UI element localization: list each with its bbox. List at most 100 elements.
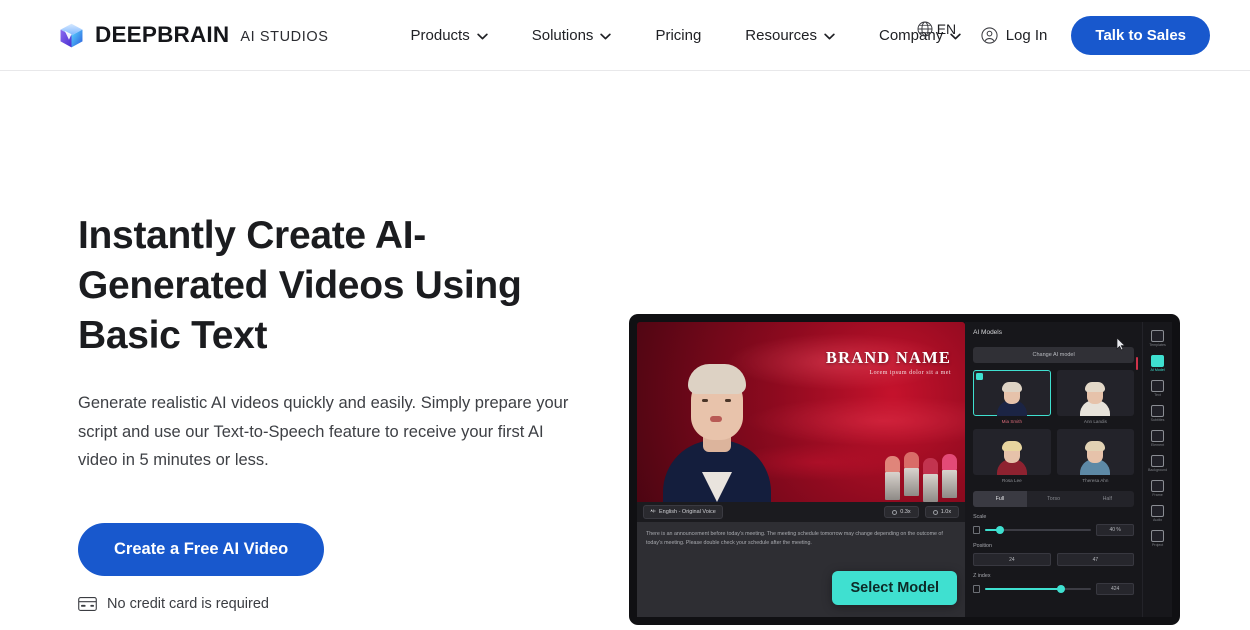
talk-to-sales-button[interactable]: Talk to Sales [1071, 16, 1210, 55]
hero-copy: Instantly Create AI-Generated Videos Usi… [78, 211, 598, 612]
language-code: EN [936, 21, 957, 37]
page-title: Instantly Create AI-Generated Videos Usi… [78, 214, 522, 357]
scale-slider[interactable] [985, 526, 1092, 534]
waveform-icon [650, 508, 656, 516]
rail-label: AI Model [1150, 368, 1165, 372]
rail-item-frame[interactable]: Frame [1144, 478, 1172, 499]
speed-chip-2[interactable]: 1.0x [924, 506, 960, 518]
element-icon [1151, 430, 1165, 442]
clock-icon [932, 509, 938, 515]
position-y-input[interactable]: 47 [1056, 553, 1135, 566]
language-switcher[interactable]: EN [917, 21, 956, 37]
position-row: 24 47 [973, 553, 1135, 566]
segment-torso[interactable]: Torso [1027, 491, 1081, 507]
nav-item-pricing[interactable]: Pricing [633, 19, 723, 52]
scale-slider-row: 40 % [973, 524, 1135, 536]
voice-language-chip[interactable]: English - Original Voice [643, 505, 723, 519]
segment-full[interactable]: Full [973, 491, 1027, 507]
editor-stage-column: BRAND NAME Lorem ipsum dolor sit a met E… [637, 322, 966, 617]
hero-section: Instantly Create AI-Generated Videos Usi… [0, 71, 1250, 630]
nav-item-resources[interactable]: Resources [723, 19, 857, 52]
nav-label: Resources [745, 26, 817, 44]
lock-icon[interactable] [973, 526, 981, 534]
ai-model-icon [1151, 355, 1165, 367]
ai-model-name: Ann Landis [1083, 419, 1107, 424]
scale-label: Scale [973, 514, 987, 520]
project-icon [1151, 530, 1165, 542]
position-label: Position [973, 543, 992, 549]
ai-model-grid: Mia Smith Ann Landis Rosa Lee Theresa Ah… [973, 370, 1135, 483]
ai-model-card[interactable]: Theresa Ahn [1056, 429, 1135, 483]
zindex-slider[interactable] [985, 585, 1092, 593]
rail-item-subtitles[interactable]: Subtitles [1144, 403, 1172, 424]
rail-label: Element [1150, 443, 1165, 447]
frame-icon [1151, 480, 1165, 492]
main-navigation: Products Solutions Pricing Resources Com… [389, 19, 984, 52]
rail-item-text[interactable]: Text [1144, 378, 1172, 399]
globe-icon [917, 21, 933, 37]
editor-mock: BRAND NAME Lorem ipsum dolor sit a met E… [637, 322, 1172, 617]
chevron-down-icon [600, 27, 612, 44]
rail-label: Templates [1149, 343, 1166, 347]
nav-label: Solutions [531, 26, 594, 44]
nav-item-solutions[interactable]: Solutions [510, 19, 634, 52]
ai-model-name: Mia Smith [1001, 419, 1023, 424]
rail-item-background[interactable]: Background [1144, 453, 1172, 474]
subtitles-icon [1151, 405, 1165, 417]
brand-logo-link[interactable]: DEEPBRAIN AI STUDIOS [58, 22, 329, 49]
user-circle-icon [981, 27, 998, 44]
rail-item-element[interactable]: Element [1144, 428, 1172, 449]
cube-logo-icon [58, 22, 85, 49]
header-actions: EN Log In Talk to Sales [917, 0, 1210, 71]
create-free-ai-video-button[interactable]: Create a Free AI Video [78, 522, 325, 576]
crop-segment-control: Full Torso Half [973, 491, 1135, 507]
voice-language-label: English - Original Voice [659, 509, 716, 515]
rail-item-audio[interactable]: Audio [1144, 503, 1172, 524]
rail-label: Project [1151, 543, 1164, 547]
ai-model-card[interactable]: Rosa Lee [973, 429, 1051, 483]
rail-label: Subtitles [1150, 418, 1165, 422]
nav-label: Pricing [655, 26, 702, 44]
canvas-brand-tagline: Lorem ipsum dolor sit a met [869, 370, 952, 376]
text-icon [1151, 380, 1165, 392]
zindex-label: Z index [973, 573, 991, 579]
brand-name: DEEPBRAIN [95, 22, 230, 47]
login-label: Log In [1005, 27, 1048, 44]
canvas-brand-title: BRAND NAME [825, 348, 952, 367]
video-canvas[interactable]: BRAND NAME Lorem ipsum dolor sit a met [637, 322, 966, 502]
no-credit-card-label: No credit card is required [107, 595, 269, 612]
position-x-input[interactable]: 24 [973, 553, 1051, 566]
script-text: There is an announcement before today's … [646, 531, 943, 546]
zindex-value[interactable]: 424 [1096, 583, 1135, 595]
change-ai-model-button[interactable]: Change AI model [973, 347, 1135, 363]
chevron-down-icon [824, 27, 835, 44]
segment-half[interactable]: Half [1080, 491, 1134, 507]
chevron-down-icon [477, 27, 488, 44]
site-header: DEEPBRAIN AI STUDIOS Products Solutions … [0, 0, 1250, 71]
rail-item-project[interactable]: Project [1144, 528, 1172, 549]
selected-check-icon [976, 373, 984, 380]
select-model-button[interactable]: Select Model [832, 571, 958, 605]
lipstick-product-group [885, 452, 958, 502]
rail-item-templates[interactable]: Templates [1144, 328, 1172, 349]
ai-model-card[interactable]: Ann Landis [1056, 370, 1135, 424]
brand-subtitle: AI STUDIOS [240, 29, 329, 45]
speed-chip-1[interactable]: 0.3x [884, 506, 919, 518]
lock-icon[interactable] [973, 585, 981, 593]
rail-label: Text [1154, 393, 1161, 397]
rail-item-ai-model[interactable]: AI Model [1135, 353, 1172, 374]
ai-model-card[interactable]: Mia Smith [973, 370, 1051, 424]
ai-models-panel: AI Models Change AI model Mia Smith Ann … [965, 322, 1143, 617]
ai-model-name: Rosa Lee [1002, 478, 1022, 483]
speed-value: 0.3x [900, 509, 911, 515]
credit-card-icon [78, 596, 97, 611]
hero-description: Generate realistic AI videos quickly and… [78, 394, 569, 469]
scale-value[interactable]: 40 % [1096, 524, 1135, 536]
nav-item-products[interactable]: Products [389, 19, 510, 52]
nav-label: Products [410, 26, 470, 44]
ai-model-name: Theresa Ahn [1082, 478, 1109, 483]
login-link[interactable]: Log In [981, 27, 1048, 44]
clock-icon [892, 509, 898, 515]
product-preview: BRAND NAME Lorem ipsum dolor sit a met E… [629, 314, 1180, 625]
script-editor[interactable]: There is an announcement before today's … [637, 522, 966, 617]
